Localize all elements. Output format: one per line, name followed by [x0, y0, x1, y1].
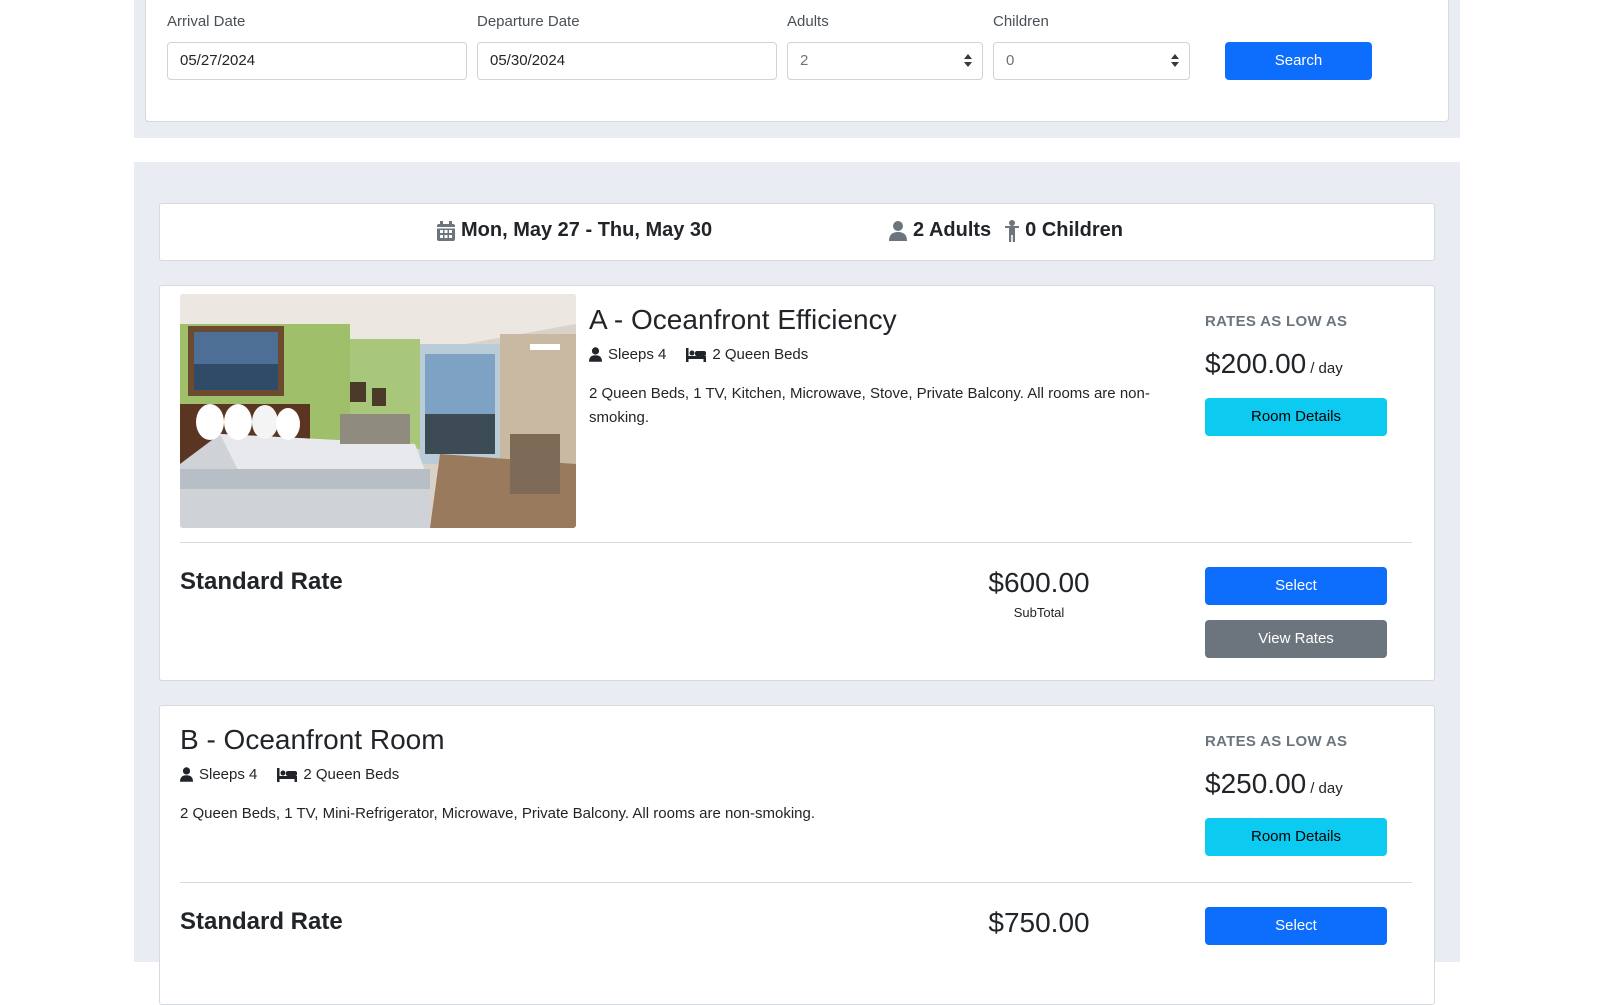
select-arrows-icon: [964, 54, 972, 68]
room-price: $250.00/ day: [1205, 768, 1343, 800]
divider: [180, 882, 1412, 883]
room-price: $200.00/ day: [1205, 348, 1343, 380]
calendar-icon: [437, 220, 455, 241]
results-panel: Mon, May 27 - Thu, May 30 2 Adults 0 Chi…: [134, 162, 1460, 1005]
room-meta: Sleeps 4 2 Queen Beds: [589, 346, 808, 363]
room-details-button[interactable]: Room Details: [1205, 818, 1387, 856]
children-label: Children: [993, 13, 1049, 30]
user-icon: [889, 220, 907, 241]
divider: [180, 542, 1412, 543]
room-sleeps: Sleeps 4: [608, 346, 667, 363]
rate-subtotal: $750.00: [988, 907, 1090, 938]
room-photo: [180, 294, 576, 528]
room-beds: 2 Queen Beds: [712, 346, 809, 363]
room-title: B - Oceanfront Room: [180, 724, 445, 755]
rate-name: Standard Rate: [180, 568, 343, 595]
room-price-value: $250.00: [1205, 768, 1307, 799]
room-meta: Sleeps 4 2 Queen Beds: [180, 766, 399, 783]
children-select-value: 0: [1006, 52, 1015, 69]
room-card: A - Oceanfront Efficiency Sleeps 4 2 Que…: [159, 285, 1435, 681]
rates-as-low-as-label: RATES AS LOW AS: [1205, 733, 1348, 750]
room-price-value: $200.00: [1205, 348, 1307, 379]
rate-name: Standard Rate: [180, 908, 343, 935]
search-panel: Arrival Date 05/27/2024 Departure Date 0…: [134, 0, 1460, 138]
select-rate-button[interactable]: Select: [1205, 907, 1387, 945]
view-rates-button[interactable]: View Rates: [1205, 620, 1387, 658]
room-description: 2 Queen Beds, 1 TV, Mini-Refrigerator, M…: [180, 805, 816, 822]
adults-label: Adults: [787, 13, 829, 30]
search-button[interactable]: Search: [1225, 42, 1372, 80]
price-unit: / day: [1310, 360, 1343, 377]
rate-subtotal: $600.00: [988, 567, 1090, 598]
room-sleeps: Sleeps 4: [199, 766, 258, 783]
user-icon: [589, 347, 602, 362]
select-rate-button[interactable]: Select: [1205, 567, 1387, 605]
stay-dates: Mon, May 27 - Thu, May 30: [437, 219, 712, 242]
adults-count: 2 Adults: [913, 219, 992, 241]
room-beds: 2 Queen Beds: [303, 766, 400, 783]
select-arrows-icon: [1171, 54, 1179, 68]
bed-icon: [686, 347, 707, 362]
subtotal-label: SubTotal: [1013, 605, 1065, 620]
stay-summary-bar: Mon, May 27 - Thu, May 30 2 Adults 0 Chi…: [159, 203, 1435, 261]
adults-select[interactable]: 2: [787, 42, 983, 80]
price-unit: / day: [1310, 780, 1343, 797]
departure-date-label: Departure Date: [477, 13, 580, 30]
room-card: B - Oceanfront Room Sleeps 4 2 Queen Bed…: [159, 705, 1435, 1005]
children-count: 0 Children: [1025, 219, 1123, 241]
room-title: A - Oceanfront Efficiency: [589, 304, 897, 335]
departure-date-input[interactable]: 05/30/2024: [477, 42, 777, 80]
child-icon: [1005, 219, 1020, 242]
adults-select-value: 2: [800, 52, 809, 69]
arrival-date-label: Arrival Date: [167, 13, 246, 30]
bed-icon: [277, 767, 298, 782]
room-description: 2 Queen Beds, 1 TV, Kitchen, Microwave, …: [589, 385, 1150, 426]
stay-dates-text: Mon, May 27 - Thu, May 30: [461, 219, 713, 241]
search-form: Arrival Date 05/27/2024 Departure Date 0…: [145, 0, 1449, 122]
children-select[interactable]: 0: [993, 42, 1190, 80]
arrival-date-input[interactable]: 05/27/2024: [167, 42, 467, 80]
user-icon: [180, 767, 193, 782]
room-details-button[interactable]: Room Details: [1205, 398, 1387, 436]
rates-as-low-as-label: RATES AS LOW AS: [1205, 313, 1348, 330]
stay-guests: 2 Adults 0 Children: [889, 219, 1123, 242]
